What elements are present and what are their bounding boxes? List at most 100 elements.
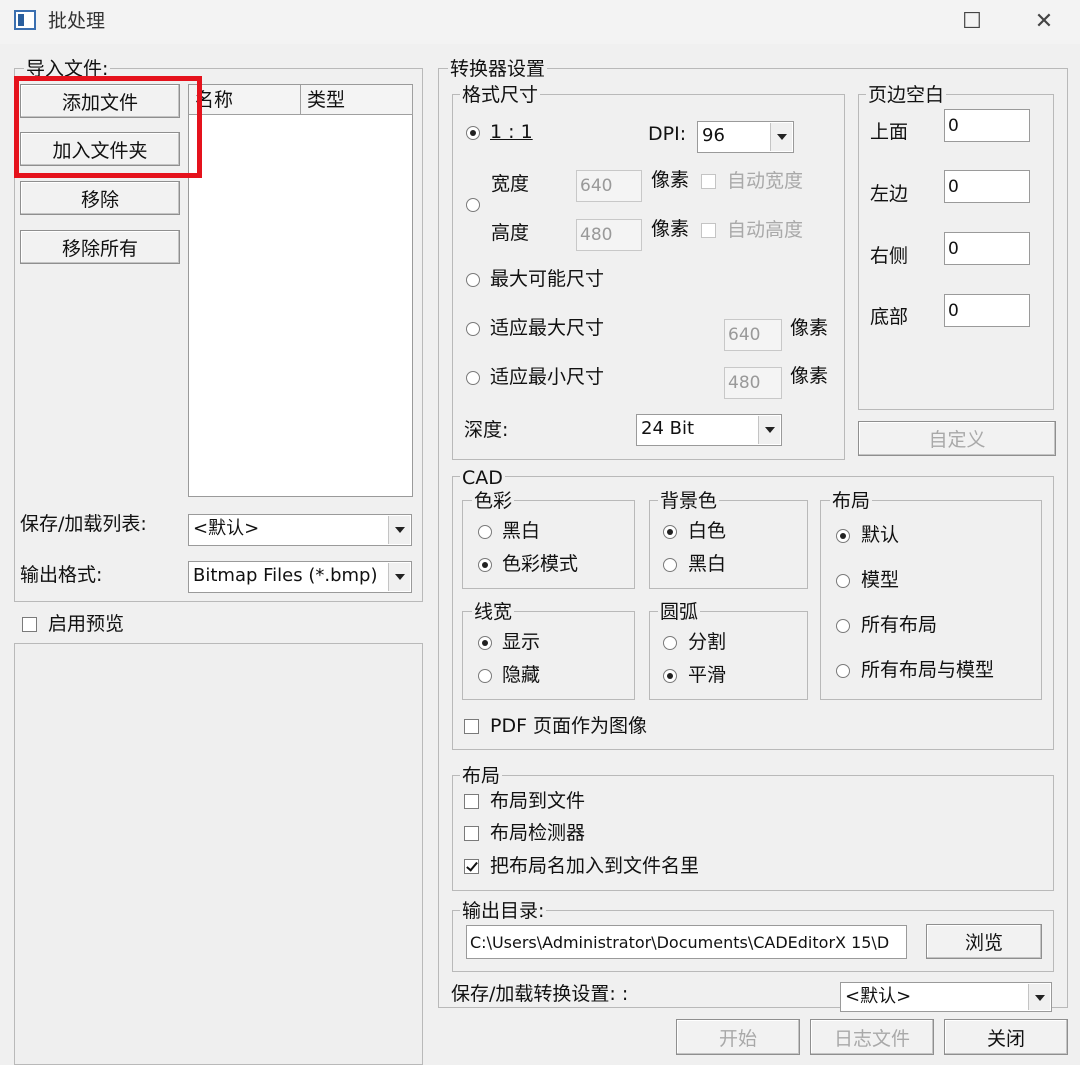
highlight-box [14, 76, 202, 178]
fit-min-label: 适应最小尺寸 [490, 366, 605, 388]
linewidth-show-label: 显示 [502, 631, 541, 653]
chevron-down-icon[interactable] [758, 416, 780, 444]
layout-default-radio[interactable] [836, 529, 850, 543]
auto-height-label: 自动高度 [727, 219, 804, 241]
column-header-name[interactable]: 名称 [189, 85, 301, 115]
pdf-as-image-checkbox[interactable] [464, 719, 479, 734]
auto-width-checkbox[interactable] [701, 174, 716, 189]
color-mode-label: 色彩模式 [502, 553, 579, 575]
arc-group [649, 611, 808, 700]
output-format-select[interactable]: Bitmap Files (*.bmp) [188, 561, 412, 593]
arc-title: 圆弧 [658, 601, 701, 623]
save-load-list-select[interactable]: <默认> [188, 514, 412, 546]
color-bw-label: 黑白 [502, 520, 541, 542]
save-load-settings-label: 保存/加载转换设置: : [451, 983, 629, 1005]
remove-all-button[interactable]: 移除所有 [20, 230, 180, 264]
margin-right-input[interactable] [944, 232, 1030, 265]
dpi-select[interactable]: 96 [697, 121, 794, 153]
remove-button[interactable]: 移除 [20, 181, 180, 215]
dpi-label: DPI: [648, 123, 687, 145]
width-unit-label: 像素 [651, 169, 690, 191]
save-load-settings-select[interactable]: <默认> [840, 982, 1052, 1012]
save-load-settings-value: <默认> [845, 986, 912, 1007]
fit-min-input[interactable] [724, 367, 782, 399]
chevron-down-icon[interactable] [1028, 984, 1050, 1010]
log-file-button[interactable]: 日志文件 [810, 1019, 934, 1055]
background-group [649, 500, 808, 589]
layout-to-file-checkbox[interactable] [464, 794, 479, 809]
margin-left-input[interactable] [944, 170, 1030, 203]
add-layout-name-label: 把布局名加入到文件名里 [490, 855, 700, 877]
margin-top-input[interactable] [944, 109, 1030, 142]
layout-all-label: 所有布局 [861, 614, 938, 636]
height-label: 高度 [491, 222, 530, 244]
preview-area [14, 643, 423, 1065]
arc-split-label: 分割 [688, 631, 727, 653]
output-dir-title: 输出目录: [460, 900, 547, 922]
add-layout-name-checkbox[interactable] [464, 859, 479, 874]
format-size-title: 格式尺寸 [460, 84, 541, 106]
width-input[interactable] [576, 170, 642, 202]
fit-max-input[interactable] [724, 319, 782, 351]
arc-smooth-radio[interactable] [663, 669, 677, 683]
app-icon [14, 10, 36, 30]
arc-smooth-label: 平滑 [688, 664, 727, 686]
auto-height-checkbox[interactable] [701, 223, 716, 238]
layout-all-radio[interactable] [836, 619, 850, 633]
arc-split-radio[interactable] [663, 636, 677, 650]
save-load-list-value: <默认> [193, 518, 260, 539]
bg-black-radio[interactable] [663, 558, 677, 572]
browse-button[interactable]: 浏览 [926, 924, 1042, 959]
pdf-as-image-label: PDF 页面作为图像 [490, 715, 648, 737]
layout-all-model-radio[interactable] [836, 664, 850, 678]
layout-detector-checkbox[interactable] [464, 826, 479, 841]
enable-preview-checkbox[interactable] [22, 617, 37, 632]
layout-options-title: 布局 [460, 765, 503, 787]
bg-black-label: 黑白 [688, 553, 727, 575]
dpi-value: 96 [702, 125, 725, 146]
margin-bottom-label: 底部 [870, 306, 909, 328]
margin-right-label: 右侧 [870, 245, 909, 267]
cad-layout-title: 布局 [830, 490, 873, 512]
max-possible-label: 最大可能尺寸 [490, 268, 605, 290]
color-bw-radio[interactable] [478, 525, 492, 539]
height-input[interactable] [576, 219, 642, 251]
custom-button[interactable]: 自定义 [858, 421, 1056, 456]
fit-min-radio[interactable] [466, 371, 480, 385]
layout-default-label: 默认 [861, 524, 900, 546]
chevron-down-icon[interactable] [770, 123, 792, 151]
chevron-down-icon[interactable] [388, 516, 410, 544]
margin-left-label: 左边 [870, 183, 909, 205]
auto-width-label: 自动宽度 [727, 170, 804, 192]
fit-min-unit-label: 像素 [790, 365, 829, 387]
max-possible-radio[interactable] [466, 273, 480, 287]
width-label: 宽度 [491, 173, 530, 195]
bg-white-radio[interactable] [663, 525, 677, 539]
start-button[interactable]: 开始 [676, 1019, 800, 1055]
chevron-down-icon[interactable] [388, 563, 410, 591]
close-button[interactable]: 关闭 [944, 1019, 1068, 1055]
height-unit-label: 像素 [651, 218, 690, 240]
color-title: 色彩 [472, 490, 515, 512]
window-title: 批处理 [48, 10, 106, 32]
title-bar: 批处理 ☐ ✕ [0, 0, 1080, 44]
linewidth-hide-radio[interactable] [478, 669, 492, 683]
column-header-type[interactable]: 类型 [301, 85, 413, 115]
linewidth-group [462, 611, 635, 700]
layout-model-label: 模型 [861, 569, 900, 591]
one-to-one-radio[interactable] [466, 126, 480, 140]
fit-max-radio[interactable] [466, 322, 480, 336]
bg-white-label: 白色 [688, 520, 727, 542]
margin-bottom-input[interactable] [944, 294, 1030, 327]
layout-model-radio[interactable] [836, 574, 850, 588]
fit-max-unit-label: 像素 [790, 317, 829, 339]
linewidth-hide-label: 隐藏 [502, 664, 541, 686]
output-dir-input[interactable] [466, 925, 907, 959]
depth-select[interactable]: 24 Bit [636, 414, 782, 446]
maximize-icon[interactable]: ☐ [952, 6, 992, 38]
custom-size-radio[interactable] [466, 198, 480, 212]
file-list[interactable]: 名称 类型 [188, 84, 413, 497]
color-mode-radio[interactable] [478, 558, 492, 572]
linewidth-show-radio[interactable] [478, 636, 492, 650]
close-icon[interactable]: ✕ [1024, 6, 1064, 38]
